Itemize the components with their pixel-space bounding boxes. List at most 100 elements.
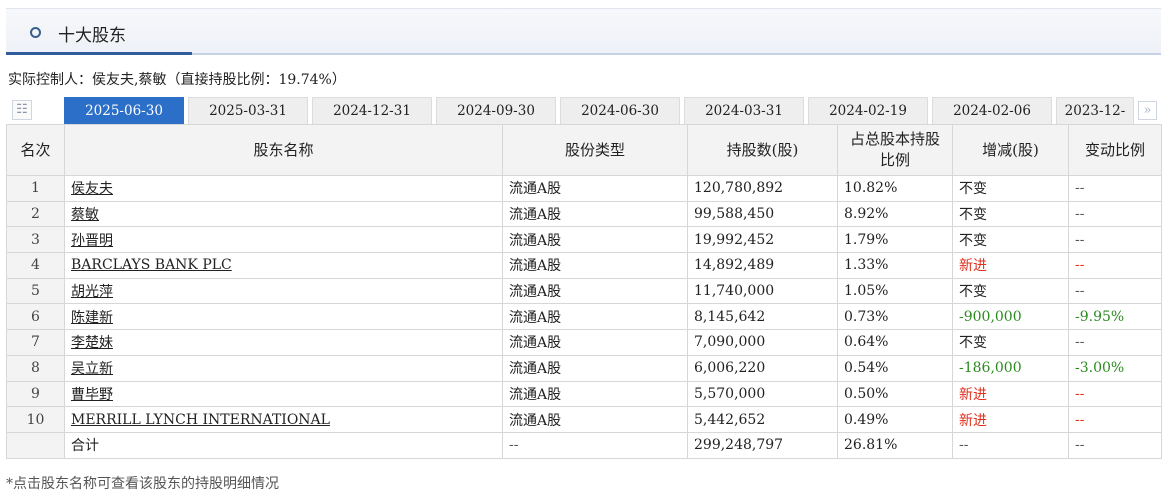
table-row: 1 侯友夫 流通A股 120,780,892 10.82% 不变 -- bbox=[6, 175, 1162, 202]
ratio-cell: 10.82% bbox=[837, 175, 953, 202]
top-ten-shareholders-table: 名次 股东名称 股份类型 持股数(股) 占总股本持股比例 增减(股) 变动比例 … bbox=[6, 124, 1162, 459]
tab-20241231[interactable]: 2024-12-31 bbox=[312, 97, 432, 124]
change-cell: 新进 bbox=[952, 252, 1069, 279]
shares-cell: 5,570,000 bbox=[687, 380, 838, 408]
holder-name-cell: 侯友夫 bbox=[64, 175, 503, 202]
change-cell: 不变 bbox=[952, 200, 1069, 228]
header-change-pct: 变动比例 bbox=[1068, 124, 1162, 176]
holder-name-link[interactable]: 曹毕野 bbox=[71, 387, 113, 403]
table-row: 7 李楚妹 流通A股 7,090,000 0.64% 不变 -- bbox=[6, 329, 1162, 356]
header-holder-name: 股东名称 bbox=[64, 124, 503, 176]
holder-name-cell: 李楚妹 bbox=[64, 329, 503, 356]
section-header: 十大股东 bbox=[6, 8, 1161, 55]
change-cell: 新进 bbox=[952, 380, 1069, 408]
report-date-tabs: ☷ 2025-06-30 2025-03-31 2024-12-31 2024-09-… bbox=[6, 97, 1161, 124]
shares-cell: 14,892,489 bbox=[687, 252, 838, 279]
table-row: 9 曹毕野 流通A股 5,570,000 0.50% 新进 -- bbox=[6, 380, 1162, 408]
share-type-cell: 流通A股 bbox=[502, 329, 688, 356]
table-row: 10 MERRILL LYNCH INTERNATIONAL 流通A股 5,442,6… bbox=[6, 406, 1162, 433]
actual-controller-text: 实际控制人：侯友夫,蔡敏（直接持股比例：19.74%） bbox=[8, 72, 346, 88]
share-type-cell: 流通A股 bbox=[502, 354, 688, 382]
rank-cell: 8 bbox=[6, 354, 65, 382]
holder-name-link[interactable]: 蔡敏 bbox=[71, 207, 99, 223]
header-rank: 名次 bbox=[6, 124, 65, 176]
ratio-cell: 0.64% bbox=[837, 329, 953, 356]
table-row: 4 BARCLAYS BANK PLC 流通A股 14,892,489 1.33% 新进 -… bbox=[6, 252, 1162, 279]
shares-cell: 6,006,220 bbox=[687, 354, 838, 382]
shares-cell: 19,992,452 bbox=[687, 226, 838, 254]
change-pct-cell: -- bbox=[1068, 380, 1162, 408]
tab-20240331[interactable]: 2024-03-31 bbox=[684, 97, 804, 124]
holder-name-cell: 蔡敏 bbox=[64, 200, 503, 228]
rank-cell: 10 bbox=[6, 406, 65, 433]
shares-cell: 7,090,000 bbox=[687, 329, 838, 356]
tab-20250331[interactable]: 2025-03-31 bbox=[188, 97, 308, 124]
header-change: 增减(股) bbox=[952, 124, 1069, 176]
total-shares-cell: 299,248,797 bbox=[687, 431, 838, 459]
change-pct-cell: -- bbox=[1068, 252, 1162, 279]
change-pct-cell: -- bbox=[1068, 277, 1162, 305]
table-row: 3 孙晋明 流通A股 19,992,452 1.79% 不变 -- bbox=[6, 226, 1162, 254]
ratio-cell: 0.73% bbox=[837, 303, 953, 331]
share-type-cell: 流通A股 bbox=[502, 226, 688, 254]
share-type-cell: 流通A股 bbox=[502, 252, 688, 279]
change-cell: 不变 bbox=[952, 277, 1069, 305]
change-pct-cell: -- bbox=[1068, 406, 1162, 433]
holder-name-link[interactable]: 吴立新 bbox=[71, 361, 113, 377]
rank-cell: 4 bbox=[6, 252, 65, 279]
tab-20240930[interactable]: 2024-09-30 bbox=[436, 97, 556, 124]
table-row: 5 胡光萍 流通A股 11,740,000 1.05% 不变 -- bbox=[6, 277, 1162, 305]
holder-name-cell: 胡光萍 bbox=[64, 277, 503, 305]
rank-cell: 3 bbox=[6, 226, 65, 254]
holder-name-cell: 吴立新 bbox=[64, 354, 503, 382]
rank-cell: 9 bbox=[6, 380, 65, 408]
share-type-cell: 流通A股 bbox=[502, 303, 688, 331]
rank-cell: 6 bbox=[6, 303, 65, 331]
change-cell: -900,000 bbox=[952, 303, 1069, 331]
holder-name-link[interactable]: 陈建新 bbox=[71, 310, 113, 326]
total-change-pct-cell: -- bbox=[1068, 431, 1162, 459]
share-type-cell: 流通A股 bbox=[502, 277, 688, 305]
holder-name-cell: MERRILL LYNCH INTERNATIONAL bbox=[64, 406, 503, 433]
holder-name-link[interactable]: BARCLAYS BANK PLC bbox=[71, 257, 232, 273]
holder-name-cell: 孙晋明 bbox=[64, 226, 503, 254]
holder-name-link[interactable]: 李楚妹 bbox=[71, 335, 113, 351]
holder-name-cell: 曹毕野 bbox=[64, 380, 503, 408]
total-row: 合计 -- 299,248,797 26.81% -- -- bbox=[6, 431, 1162, 459]
holder-name-link[interactable]: 孙晋明 bbox=[71, 233, 113, 249]
ratio-cell: 1.79% bbox=[837, 226, 953, 254]
holder-name-cell: BARCLAYS BANK PLC bbox=[64, 252, 503, 279]
tab-20240206[interactable]: 2024-02-06 bbox=[932, 97, 1052, 124]
tab-20240219[interactable]: 2024-02-19 bbox=[808, 97, 928, 124]
total-label-cell: 合计 bbox=[64, 431, 503, 459]
shares-cell: 11,740,000 bbox=[687, 277, 838, 305]
holder-name-link[interactable]: 胡光萍 bbox=[71, 284, 113, 300]
tab-202312[interactable]: 2023-12- bbox=[1056, 97, 1134, 124]
table-row: 6 陈建新 流通A股 8,145,642 0.73% -900,000 -9.95% bbox=[6, 303, 1162, 331]
change-pct-cell: -- bbox=[1068, 329, 1162, 356]
table-header-row: 名次 股东名称 股份类型 持股数(股) 占总股本持股比例 增减(股) 变动比例 bbox=[6, 124, 1162, 176]
holder-name-link[interactable]: MERRILL LYNCH INTERNATIONAL bbox=[71, 412, 330, 428]
change-cell: 不变 bbox=[952, 329, 1069, 356]
double-chevron-right-icon[interactable]: » bbox=[1138, 101, 1157, 120]
change-cell: 不变 bbox=[952, 175, 1069, 202]
rank-cell: 1 bbox=[6, 175, 65, 202]
ratio-cell: 0.50% bbox=[837, 380, 953, 408]
share-type-cell: 流通A股 bbox=[502, 200, 688, 228]
shares-cell: 99,588,450 bbox=[687, 200, 838, 228]
rank-cell: 5 bbox=[6, 277, 65, 305]
total-change-cell: -- bbox=[952, 431, 1069, 459]
holder-name-cell: 陈建新 bbox=[64, 303, 503, 331]
change-pct-cell: -- bbox=[1068, 226, 1162, 254]
header-shares: 持股数(股) bbox=[687, 124, 838, 176]
shares-cell: 120,780,892 bbox=[687, 175, 838, 202]
total-ratio-cell: 26.81% bbox=[837, 431, 953, 459]
tab-20250630[interactable]: 2025-06-30 bbox=[64, 97, 184, 124]
share-type-cell: 流通A股 bbox=[502, 406, 688, 433]
tab-20240630[interactable]: 2024-06-30 bbox=[560, 97, 680, 124]
list-icon[interactable]: ☷ bbox=[12, 100, 32, 120]
shares-cell: 5,442,652 bbox=[687, 406, 838, 433]
ratio-cell: 1.05% bbox=[837, 277, 953, 305]
holder-name-link[interactable]: 侯友夫 bbox=[71, 181, 113, 197]
rank-cell-empty bbox=[6, 431, 65, 459]
